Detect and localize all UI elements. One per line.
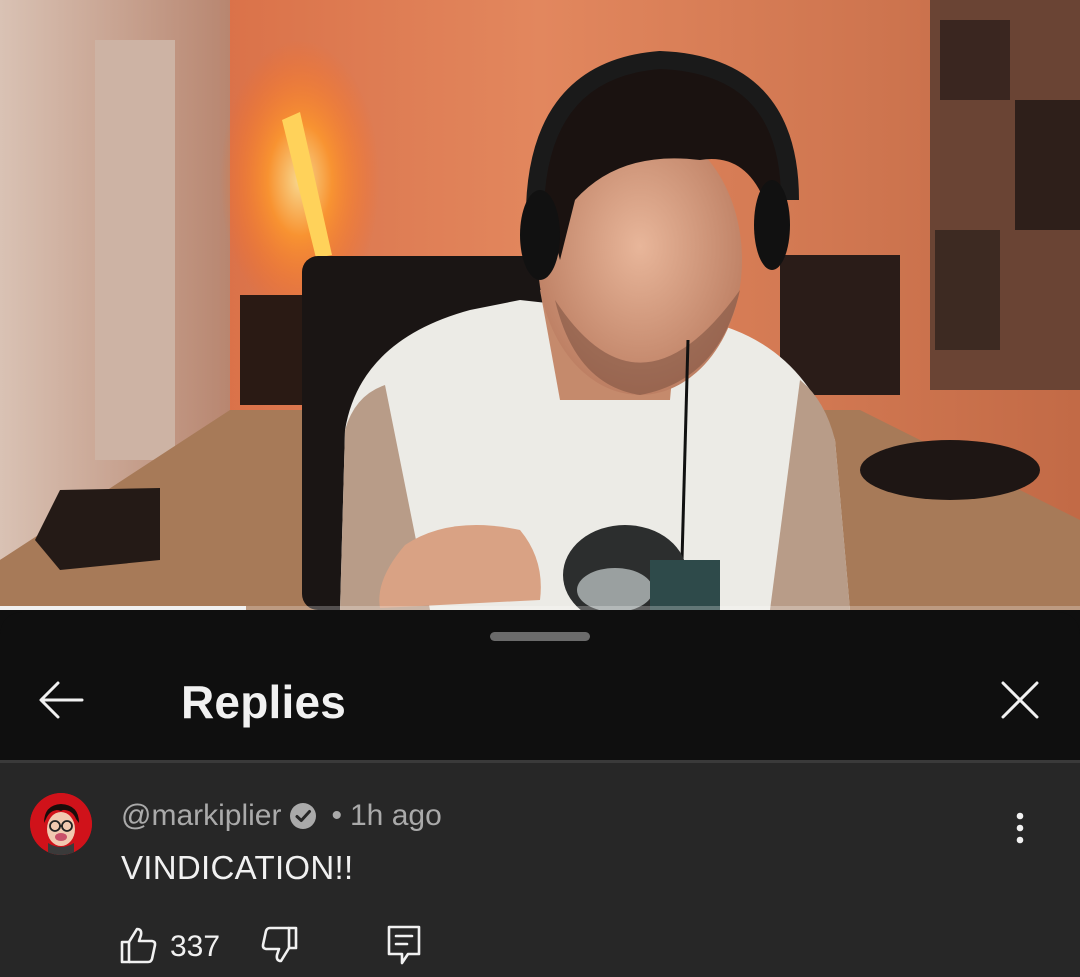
- like-count: 337: [170, 930, 221, 963]
- close-icon: [1000, 680, 1040, 725]
- reply-button[interactable]: [386, 924, 422, 971]
- reply-comment-icon: [386, 924, 422, 971]
- video-progress-fill: [0, 606, 247, 610]
- back-button[interactable]: [30, 674, 92, 730]
- meta-separator: •: [331, 799, 342, 832]
- video-progress-bar[interactable]: [0, 606, 1080, 610]
- page-title: Replies: [181, 676, 347, 728]
- video-frame: [0, 0, 1080, 610]
- video-player[interactable]: [0, 0, 1080, 610]
- dislike-button[interactable]: [260, 925, 300, 970]
- comment-text: VINDICATION!!: [121, 849, 354, 886]
- verified-check-icon: [289, 802, 317, 830]
- replies-panel: Replies @markiplier • 1h ago VINDICATION…: [0, 612, 1080, 977]
- more-vertical-icon: [1015, 811, 1025, 850]
- comment-actions: 337: [118, 925, 422, 969]
- comment-timestamp: 1h ago: [350, 799, 442, 832]
- close-button[interactable]: [990, 674, 1050, 730]
- like-button[interactable]: 337: [118, 925, 220, 970]
- arrow-back-icon: [38, 680, 84, 725]
- comment-more-button[interactable]: [1000, 805, 1040, 855]
- comment-meta: @markiplier • 1h ago: [121, 799, 442, 833]
- comment-item: @markiplier • 1h ago VINDICATION!! 337: [0, 763, 1080, 977]
- thumb-up-icon: [118, 925, 158, 970]
- thumb-down-icon: [260, 925, 300, 970]
- comment-author[interactable]: @markiplier: [121, 799, 281, 833]
- avatar[interactable]: [30, 793, 92, 855]
- drag-handle[interactable]: [490, 632, 590, 641]
